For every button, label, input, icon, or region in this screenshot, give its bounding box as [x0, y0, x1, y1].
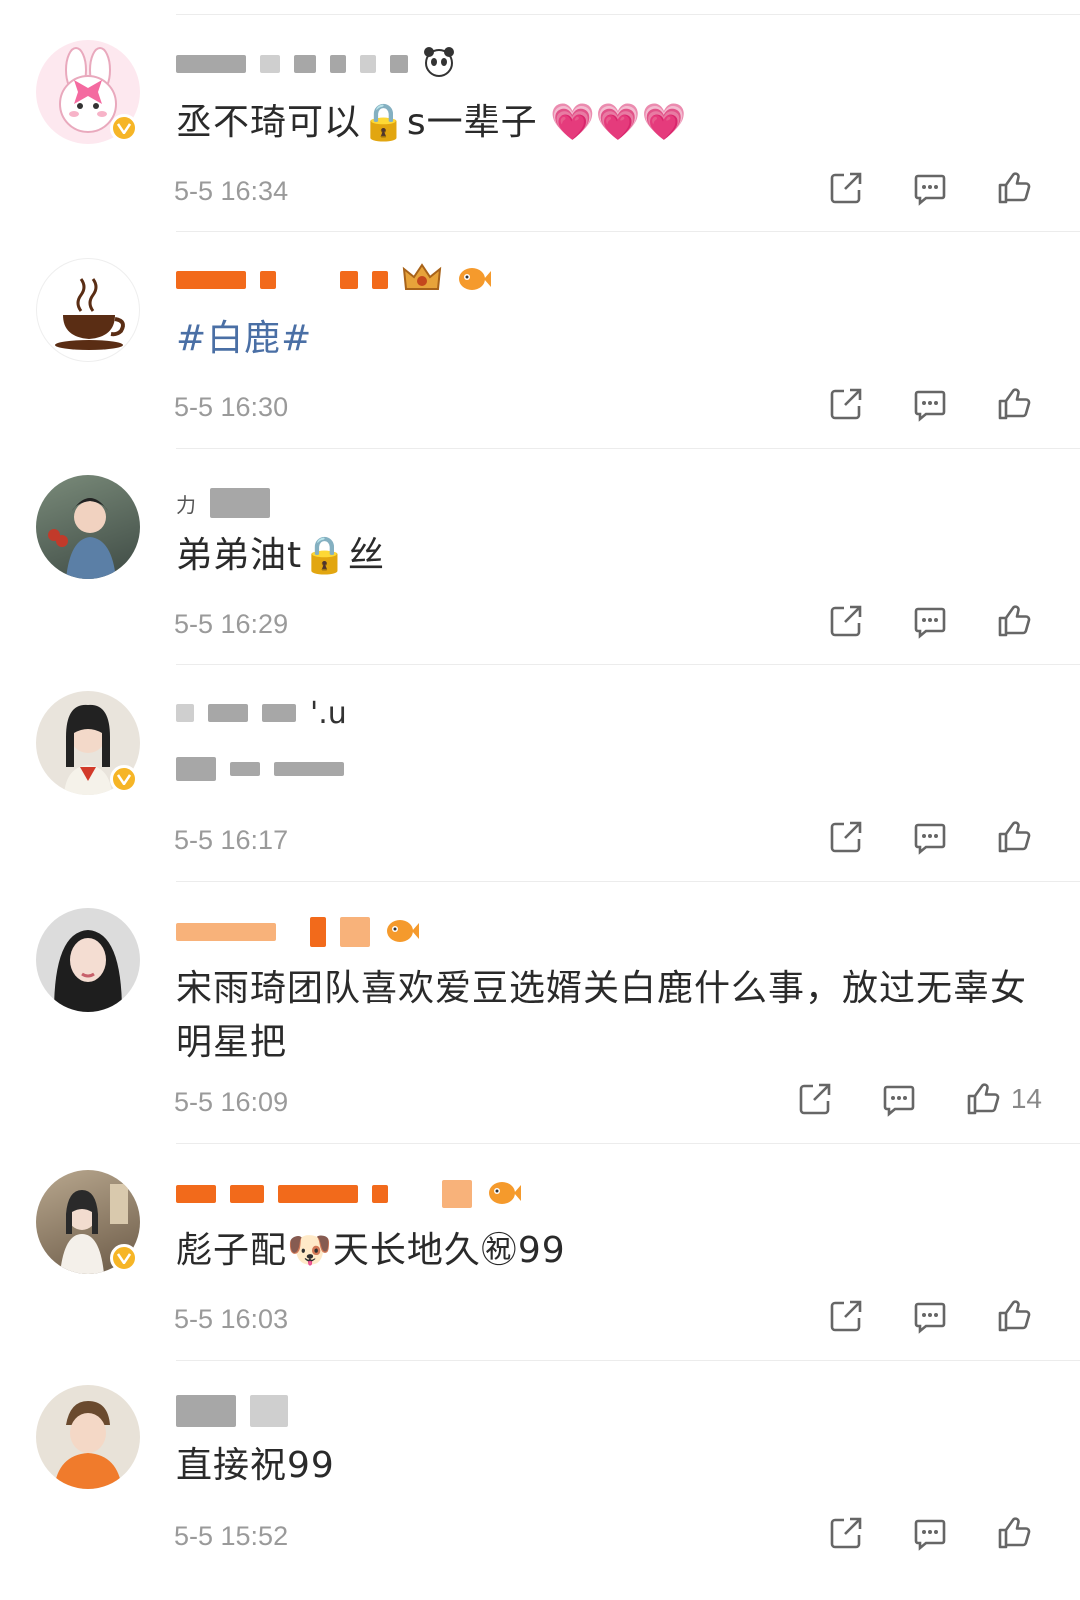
like-icon [996, 603, 1032, 639]
share-button[interactable] [828, 1515, 864, 1551]
like-button[interactable] [996, 603, 1042, 639]
comment-item: 彪子配🐶天长地久㊗99 5-5 16:03 [0, 1144, 1080, 1361]
comment-item: 宋雨琦团队喜欢爱豆选婿关白鹿什么事，放过无辜女明星把 5-5 16:09 14 [0, 882, 1080, 1144]
share-button[interactable] [828, 1298, 864, 1334]
fish-icon [486, 1177, 522, 1211]
verified-icon [110, 765, 138, 793]
comment-item: #白鹿# 5-5 16:30 [0, 232, 1080, 449]
share-icon [828, 603, 864, 639]
comment-actions [828, 1298, 1042, 1334]
content-redacted [176, 749, 344, 789]
comment-icon [881, 1081, 917, 1117]
verified-icon [110, 1244, 138, 1272]
comment-actions [828, 603, 1042, 639]
reply-button[interactable] [881, 1081, 917, 1117]
username-redacted[interactable] [176, 1391, 288, 1431]
like-icon [996, 819, 1032, 855]
comment-icon [912, 603, 948, 639]
like-button[interactable] [996, 819, 1042, 855]
comment-actions [828, 386, 1042, 422]
comment-time: 5-5 16:30 [174, 392, 289, 422]
share-button[interactable] [828, 603, 864, 639]
comment-time: 5-5 16:17 [174, 825, 289, 855]
share-icon [828, 386, 864, 422]
username-redacted[interactable]: '.u [176, 693, 347, 733]
comment-item: '.u 5-5 16:17 [0, 665, 1080, 882]
like-button[interactable]: 14 [965, 1081, 1042, 1117]
username-redacted[interactable] [176, 1174, 522, 1214]
reply-button[interactable] [912, 386, 948, 422]
crown-icon [402, 261, 442, 299]
username-redacted[interactable]: 力 [176, 483, 270, 523]
avatar[interactable] [36, 908, 140, 1012]
comment-time: 5-5 15:52 [174, 1521, 289, 1551]
username-fragment: '.u [310, 695, 347, 731]
avatar[interactable] [36, 1170, 140, 1274]
fish-icon [456, 263, 492, 297]
like-button[interactable] [996, 170, 1042, 206]
reply-button[interactable] [912, 603, 948, 639]
comment-content: 弟弟油t🔒丝 [176, 535, 385, 576]
username-redacted[interactable] [176, 912, 420, 952]
share-button[interactable] [797, 1081, 833, 1117]
share-button[interactable] [828, 170, 864, 206]
comment-time: 5-5 16:03 [174, 1304, 289, 1334]
like-icon [996, 1298, 1032, 1334]
reply-button[interactable] [912, 1515, 948, 1551]
comment-item: 力 弟弟油t🔒丝 5-5 16:29 [0, 449, 1080, 665]
avatar[interactable] [36, 258, 140, 362]
divider [176, 14, 1080, 15]
like-count: 14 [1010, 1083, 1042, 1114]
reply-button[interactable] [912, 1298, 948, 1334]
comment-time: 5-5 16:34 [174, 176, 289, 206]
username-fragment: 力 [176, 492, 196, 517]
panda-icon [422, 45, 456, 83]
verified-icon [110, 114, 138, 142]
avatar[interactable] [36, 40, 140, 144]
username-redacted[interactable] [176, 44, 456, 84]
comment-feed: 丞不琦可以🔒s一辈子 💗💗💗 5-5 16:34 #白鹿# 5-5 16:30 … [0, 0, 1080, 1600]
share-icon [828, 819, 864, 855]
like-button[interactable] [996, 386, 1042, 422]
comment-icon [912, 386, 948, 422]
like-icon [996, 1515, 1032, 1551]
comment-actions: 14 [797, 1081, 1042, 1117]
comment-actions [828, 1515, 1042, 1551]
comment-item: 直接祝99 5-5 15:52 [0, 1361, 1080, 1600]
comment-content: 直接祝99 [176, 1445, 335, 1486]
like-icon [996, 170, 1032, 206]
share-icon [828, 1515, 864, 1551]
comment-actions [828, 170, 1042, 206]
share-icon [828, 1298, 864, 1334]
share-button[interactable] [828, 386, 864, 422]
comment-icon [912, 170, 948, 206]
share-button[interactable] [828, 819, 864, 855]
like-button[interactable] [996, 1298, 1042, 1334]
topic-link[interactable]: #白鹿# [176, 312, 1036, 366]
comment-item: 丞不琦可以🔒s一辈子 💗💗💗 5-5 16:34 [0, 16, 1080, 232]
comment-time: 5-5 16:09 [174, 1087, 289, 1117]
like-button[interactable] [996, 1515, 1042, 1551]
fish-icon [384, 915, 420, 949]
avatar[interactable] [36, 475, 140, 579]
comment-content: 宋雨琦团队喜欢爱豆选婿关白鹿什么事，放过无辜女明星把 [176, 968, 1028, 1063]
comment-content: 丞不琦可以🔒s一辈子 💗💗💗 [176, 102, 688, 143]
avatar[interactable] [36, 1385, 140, 1489]
comment-content: 彪子配🐶天长地久㊗99 [176, 1230, 566, 1271]
comment-icon [912, 819, 948, 855]
comment-icon [912, 1298, 948, 1334]
reply-button[interactable] [912, 819, 948, 855]
share-icon [797, 1081, 833, 1117]
like-icon [996, 386, 1032, 422]
reply-button[interactable] [912, 170, 948, 206]
comment-actions [828, 819, 1042, 855]
comment-time: 5-5 16:29 [174, 609, 289, 639]
like-icon [965, 1081, 1001, 1117]
comment-icon [912, 1515, 948, 1551]
avatar[interactable] [36, 691, 140, 795]
share-icon [828, 170, 864, 206]
username-redacted[interactable] [176, 260, 492, 300]
